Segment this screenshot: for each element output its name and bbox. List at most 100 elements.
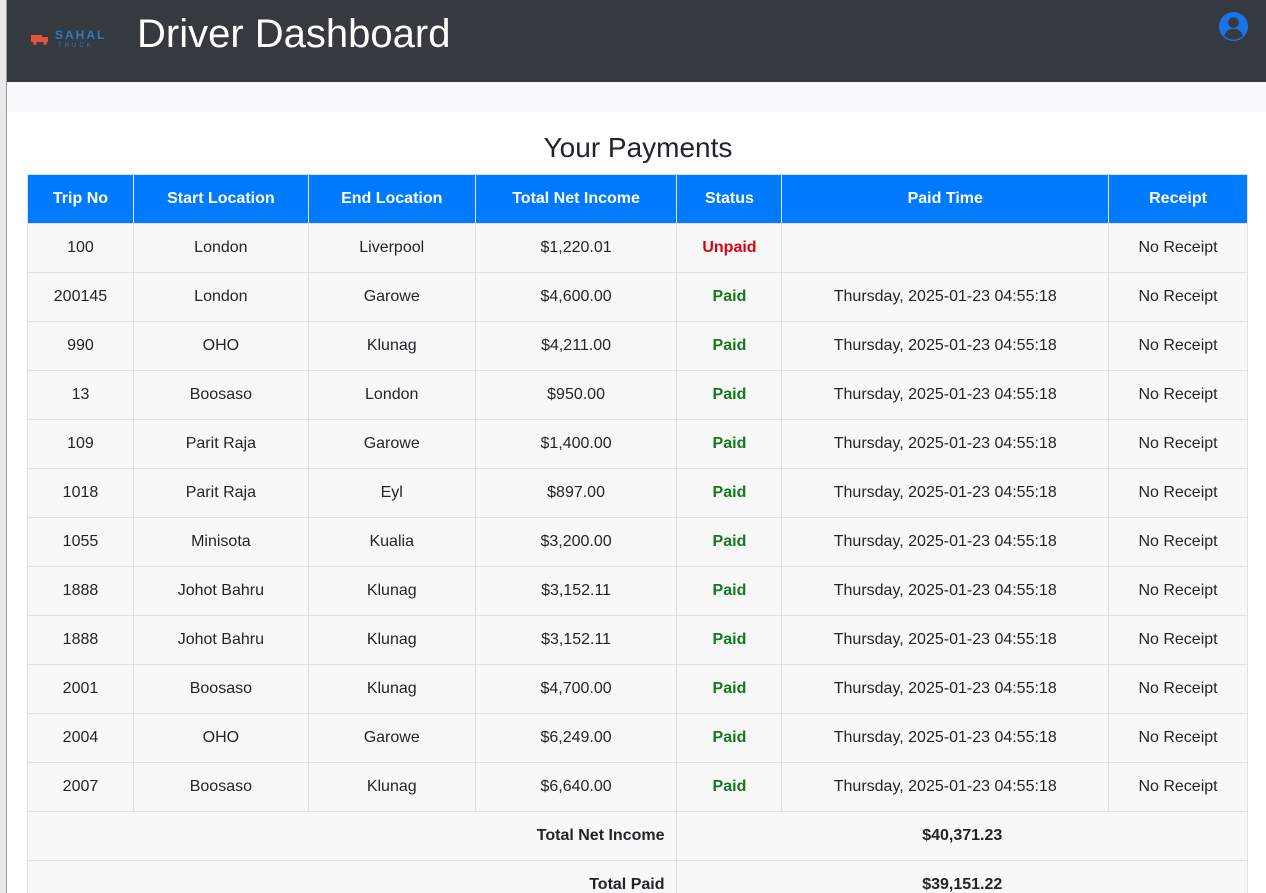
dashboard-title: Driver Dashboard xyxy=(137,12,451,56)
page-title: Your Payments xyxy=(543,132,733,163)
cell-trip-no: 13 xyxy=(27,370,134,420)
column-header-receipt: Receipt xyxy=(1108,174,1248,224)
column-header-total-net-income: Total Net Income xyxy=(474,174,678,224)
cell-total-net-income: $6,640.00 xyxy=(474,762,678,812)
logo-truck-icon[interactable]: SAHAL TRUCK xyxy=(28,25,118,51)
cell-trip-no: 109 xyxy=(27,419,134,469)
table-row: 100 London Liverpool $1,220.01 Unpaid No… xyxy=(27,223,1248,273)
cell-start-location: Parit Raja xyxy=(132,468,309,518)
table-row: 2001 Boosaso Klunag $4,700.00 Paid Thurs… xyxy=(27,664,1248,714)
main-content: Your Payments Trip No Start Location End… xyxy=(10,112,1266,893)
cell-paid-time: Thursday, 2025-01-23 04:55:18 xyxy=(781,419,1110,469)
total-net-income-label: Total Net Income xyxy=(26,811,678,861)
cell-paid-time: Thursday, 2025-01-23 04:55:18 xyxy=(781,615,1110,665)
cell-receipt: No Receipt xyxy=(1108,223,1248,273)
cell-trip-no: 200145 xyxy=(27,272,134,322)
cell-status: Paid xyxy=(676,517,783,567)
cell-receipt: No Receipt xyxy=(1108,615,1248,665)
total-net-income-value: $40,371.23 xyxy=(676,811,1248,861)
cell-paid-time: Thursday, 2025-01-23 04:55:18 xyxy=(781,370,1110,420)
payments-table: Trip No Start Location End Location Tota… xyxy=(26,174,1248,893)
cell-receipt: No Receipt xyxy=(1108,321,1248,371)
sub-header-bar xyxy=(7,82,1266,112)
cell-end-location: Eyl xyxy=(307,468,476,518)
table-header-row: Trip No Start Location End Location Tota… xyxy=(27,174,1248,224)
cell-receipt: No Receipt xyxy=(1108,566,1248,616)
table-row: 109 Parit Raja Garowe $1,400.00 Paid Thu… xyxy=(27,419,1248,469)
cell-paid-time: Thursday, 2025-01-23 04:55:18 xyxy=(781,321,1110,371)
cell-paid-time xyxy=(781,223,1110,273)
cell-status: Paid xyxy=(676,762,783,812)
column-header-status: Status xyxy=(676,174,783,224)
cell-total-net-income: $3,152.11 xyxy=(474,615,678,665)
cell-start-location: Boosaso xyxy=(132,664,309,714)
cell-start-location: Boosaso xyxy=(132,370,309,420)
cell-total-net-income: $6,249.00 xyxy=(474,713,678,763)
cell-trip-no: 1018 xyxy=(27,468,134,518)
top-navbar: SAHAL TRUCK Driver Dashboard xyxy=(7,0,1266,82)
user-circle-icon[interactable] xyxy=(1218,11,1249,42)
cell-paid-time: Thursday, 2025-01-23 04:55:18 xyxy=(781,566,1110,616)
window-edge xyxy=(0,0,7,893)
table-row: 1055 Minisota Kualia $3,200.00 Paid Thur… xyxy=(27,517,1248,567)
cell-paid-time: Thursday, 2025-01-23 04:55:18 xyxy=(781,468,1110,518)
cell-receipt: No Receipt xyxy=(1108,370,1248,420)
cell-end-location: Kualia xyxy=(307,517,476,567)
cell-status: Unpaid xyxy=(676,223,783,273)
cell-start-location: Boosaso xyxy=(132,762,309,812)
table-row: 13 Boosaso London $950.00 Paid Thursday,… xyxy=(27,370,1248,420)
cell-total-net-income: $950.00 xyxy=(474,370,678,420)
cell-status: Paid xyxy=(676,321,783,371)
total-row: Total Net Income $40,371.23 xyxy=(26,811,1248,861)
logo-subtext: TRUCK xyxy=(58,43,94,49)
total-paid-value: $39,151.22 xyxy=(676,860,1248,893)
cell-start-location: Parit Raja xyxy=(132,419,309,469)
cell-paid-time: Thursday, 2025-01-23 04:55:18 xyxy=(781,272,1110,322)
cell-status: Paid xyxy=(676,566,783,616)
cell-status: Paid xyxy=(676,664,783,714)
cell-receipt: No Receipt xyxy=(1108,713,1248,763)
cell-total-net-income: $3,200.00 xyxy=(474,517,678,567)
cell-total-net-income: $1,400.00 xyxy=(474,419,678,469)
column-header-start-location: Start Location xyxy=(132,174,309,224)
cell-end-location: Klunag xyxy=(307,321,476,371)
cell-total-net-income: $1,220.01 xyxy=(474,223,678,273)
cell-end-location: Liverpool xyxy=(307,223,476,273)
cell-start-location: Minisota xyxy=(132,517,309,567)
table-row: 2004 OHO Garowe $6,249.00 Paid Thursday,… xyxy=(27,713,1248,763)
cell-total-net-income: $4,700.00 xyxy=(474,664,678,714)
cell-paid-time: Thursday, 2025-01-23 04:55:18 xyxy=(781,762,1110,812)
cell-total-net-income: $897.00 xyxy=(474,468,678,518)
total-row: Total Paid $39,151.22 xyxy=(26,860,1248,893)
cell-trip-no: 1888 xyxy=(27,615,134,665)
cell-start-location: OHO xyxy=(132,321,309,371)
cell-trip-no: 2007 xyxy=(27,762,134,812)
cell-trip-no: 2004 xyxy=(27,713,134,763)
cell-receipt: No Receipt xyxy=(1108,664,1248,714)
cell-end-location: Klunag xyxy=(307,615,476,665)
cell-receipt: No Receipt xyxy=(1108,272,1248,322)
cell-end-location: London xyxy=(307,370,476,420)
cell-status: Paid xyxy=(676,370,783,420)
cell-end-location: Garowe xyxy=(307,272,476,322)
cell-paid-time: Thursday, 2025-01-23 04:55:18 xyxy=(781,713,1110,763)
cell-receipt: No Receipt xyxy=(1108,419,1248,469)
table-row: 1888 Johot Bahru Klunag $3,152.11 Paid T… xyxy=(27,615,1248,665)
cell-receipt: No Receipt xyxy=(1108,468,1248,518)
cell-end-location: Klunag xyxy=(307,762,476,812)
cell-start-location: Johot Bahru xyxy=(132,566,309,616)
table-row: 200145 London Garowe $4,600.00 Paid Thur… xyxy=(27,272,1248,322)
cell-status: Paid xyxy=(676,468,783,518)
cell-trip-no: 2001 xyxy=(27,664,134,714)
cell-end-location: Klunag xyxy=(307,664,476,714)
table-row: 1888 Johot Bahru Klunag $3,152.11 Paid T… xyxy=(27,566,1248,616)
cell-start-location: Johot Bahru xyxy=(132,615,309,665)
cell-receipt: No Receipt xyxy=(1108,517,1248,567)
table-row: 990 OHO Klunag $4,211.00 Paid Thursday, … xyxy=(27,321,1248,371)
cell-trip-no: 1055 xyxy=(27,517,134,567)
table-row: 2007 Boosaso Klunag $6,640.00 Paid Thurs… xyxy=(27,762,1248,812)
table-row: 1018 Parit Raja Eyl $897.00 Paid Thursda… xyxy=(27,468,1248,518)
cell-paid-time: Thursday, 2025-01-23 04:55:18 xyxy=(781,664,1110,714)
cell-trip-no: 100 xyxy=(27,223,134,273)
cell-status: Paid xyxy=(676,713,783,763)
